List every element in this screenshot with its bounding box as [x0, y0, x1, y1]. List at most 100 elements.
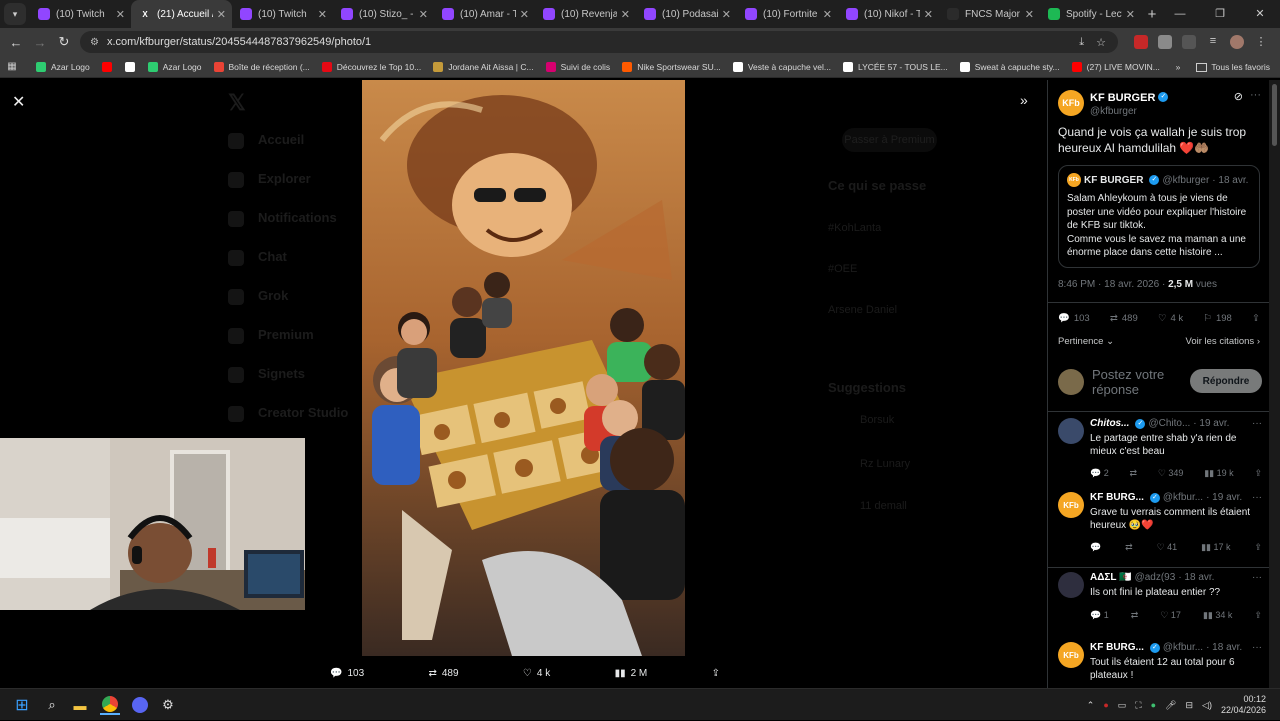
close-tab-icon[interactable]: ✕ [1025, 8, 1034, 21]
avatar[interactable]: KFb [1058, 89, 1084, 116]
forward-button[interactable]: → [28, 35, 52, 50]
heart-icon[interactable]: ♡ 17 [1160, 610, 1181, 621]
bookmark-item[interactable]: Nike Sportswear SU... [622, 61, 721, 72]
browser-menu-icon[interactable]: ⋮ [1254, 35, 1268, 49]
site-info-icon[interactable]: ⚙ [90, 37, 99, 48]
bookmark-item[interactable]: (27) LIVE MOVIN... [1071, 61, 1160, 72]
reply-input[interactable]: Postez votre réponse [1092, 367, 1192, 397]
more-options-icon[interactable]: ··· [1250, 89, 1261, 101]
reply-author[interactable]: KF BURG... [1090, 492, 1144, 503]
clock[interactable]: 00:12 22/04/2026 [1221, 694, 1266, 716]
avatar[interactable] [1058, 418, 1084, 444]
collapse-panel-icon[interactable]: » [1020, 92, 1028, 108]
repost-icon[interactable]: ⇄ [1131, 610, 1139, 621]
share-icon[interactable]: ⇪ [1254, 542, 1262, 553]
heart-icon[interactable]: ♡ 41 [1157, 542, 1178, 553]
views-action[interactable]: ▮▮ 2 M [615, 668, 648, 679]
reply-stat[interactable]: 💬 103 [1058, 313, 1090, 324]
views-chart-icon[interactable]: ▮▮ 34 k [1203, 610, 1232, 621]
like-action[interactable]: ♡ 4 k [523, 668, 550, 679]
reply-icon[interactable]: 💬 [1090, 542, 1101, 553]
bookmark-item[interactable]: Azar Logo [36, 61, 90, 72]
close-tab-icon[interactable]: ✕ [217, 8, 226, 21]
bookmark-item[interactable]: Sweat à capuche sty... [959, 61, 1060, 72]
reply-author[interactable]: KF BURG... [1090, 642, 1144, 653]
reply-author[interactable]: Chitos... [1090, 418, 1129, 429]
close-tab-icon[interactable]: ✕ [1126, 8, 1135, 21]
repost-action[interactable]: ⇄ 489 [428, 668, 458, 679]
browser-tab[interactable]: (10) Fortnite - ✕ [737, 0, 838, 28]
avatar[interactable]: KFb [1058, 642, 1084, 668]
share-icon[interactable]: ⇪ [1254, 610, 1262, 621]
close-tab-icon[interactable]: ✕ [823, 8, 832, 21]
extension-icon[interactable] [1134, 35, 1148, 49]
close-tab-icon[interactable]: ✕ [924, 8, 933, 21]
reply-post[interactable]: ΑΔΣL 🇩🇿 @adz(93 · 18 avr. ··· Ils ont fini l… [1058, 572, 1262, 642]
reply-post[interactable]: KFb KF BURG... ✓ @kfbur... · 18 avr. ··· Tout … [1058, 642, 1262, 688]
view-quotes-link[interactable]: Voir les citations › [1186, 336, 1260, 347]
more-options-icon[interactable]: ··· [1252, 642, 1262, 653]
sort-dropdown[interactable]: Pertinence ⌄ [1058, 336, 1114, 347]
tweet-author[interactable]: KFb KF BURGER ✓ @kfburger [1058, 88, 1169, 117]
views-chart-icon[interactable]: ▮▮ 19 k [1204, 468, 1233, 479]
url-field[interactable]: ⚙ x.com/kfburger/status/2045544487837962… [80, 31, 1118, 53]
panel-scrollbar[interactable] [1269, 80, 1280, 688]
all-bookmarks-folder[interactable]: Tous les favoris [1196, 62, 1270, 72]
minimize-button[interactable]: — [1160, 0, 1200, 28]
share-icon[interactable]: ⇪ [1254, 468, 1262, 479]
grok-icon[interactable]: ⊘ [1234, 90, 1243, 103]
bookmark-star-icon[interactable]: ☆ [1096, 36, 1106, 49]
reply-icon[interactable]: 💬 1 [1090, 610, 1109, 621]
author-name[interactable]: KF BURGER [1090, 92, 1155, 104]
windows-start-icon[interactable]: ⊞ [12, 695, 32, 715]
browser-tab[interactable]: (10) Nikof - Tw ✕ [838, 0, 939, 28]
tray-app-icon[interactable]: ● [1151, 700, 1156, 710]
avatar[interactable]: KFb [1058, 492, 1084, 518]
views-chart-icon[interactable]: ▮▮ 17 k [1201, 542, 1230, 553]
browser-tab[interactable]: (10) Amar - Tw ✕ [434, 0, 535, 28]
bookmark-item[interactable]: Azar Logo [147, 61, 202, 72]
media-control-icon[interactable]: ≡ [1206, 35, 1220, 49]
author-handle[interactable]: @kfburger [1090, 106, 1168, 117]
bookmark-item[interactable]: Découvrez le Top 10... [321, 61, 421, 72]
browser-tab[interactable]: FNCS Major 1 a ✕ [939, 0, 1040, 28]
browser-tab[interactable]: (10) Twitch ✕ [232, 0, 333, 28]
browser-tab[interactable]: Spotify - Lecte ✕ [1040, 0, 1141, 28]
browser-tab[interactable]: (10) Revenja - ✕ [535, 0, 636, 28]
maximize-button[interactable]: ❐ [1200, 0, 1240, 28]
bookmark-item[interactable] [101, 61, 117, 72]
scrollbar-thumb[interactable] [1272, 84, 1277, 146]
bookmark-item[interactable]: Boîte de réception (... [213, 61, 310, 72]
file-explorer-icon[interactable]: ▬ [70, 695, 90, 715]
share-action[interactable]: ⇪ [712, 668, 720, 679]
extension-icon[interactable] [1158, 35, 1172, 49]
browser-tab[interactable]: (10) Podasai - ✕ [636, 0, 737, 28]
tab-search-button[interactable]: ▾ [4, 3, 26, 25]
browser-tab[interactable]: (10) Twitch ✕ [30, 0, 131, 28]
repost-icon[interactable]: ⇄ [1125, 542, 1133, 553]
more-options-icon[interactable]: ··· [1252, 418, 1262, 429]
reply-post[interactable]: Chitos... ✓ @Chito... · 19 avr. ··· Le partag… [1058, 418, 1262, 488]
reply-author[interactable]: ΑΔΣL 🇩🇿 [1090, 572, 1132, 583]
bookmark-item[interactable] [124, 61, 140, 72]
tray-app-icon[interactable]: ● [1103, 700, 1108, 710]
bookmark-item[interactable]: Suivi de colis [545, 61, 610, 72]
tweet-photo[interactable] [362, 80, 685, 656]
reply-icon[interactable]: 💬 2 [1090, 468, 1109, 479]
tray-expand-icon[interactable]: ⌃ [1087, 700, 1095, 711]
volume-icon[interactable]: ◁) [1202, 700, 1212, 711]
avatar[interactable] [1058, 572, 1084, 598]
browser-tab[interactable]: (10) Stizo_ - Tw ✕ [333, 0, 434, 28]
share-stat[interactable]: ⇪ [1252, 313, 1260, 324]
more-bookmarks-icon[interactable]: » [1176, 62, 1181, 72]
browser-tab[interactable]: X (21) Accueil / X ✕ [131, 0, 232, 28]
reply-submit-button[interactable]: Répondre [1190, 369, 1262, 393]
like-stat[interactable]: ♡ 4 k [1158, 313, 1183, 324]
more-options-icon[interactable]: ··· [1252, 572, 1262, 583]
reply-post[interactable]: KFb KF BURG... ✓ @kfbur... · 19 avr. ··· Grave… [1058, 492, 1262, 562]
reply-action[interactable]: 💬 103 [330, 668, 364, 679]
extensions-puzzle-icon[interactable] [1182, 35, 1196, 49]
profile-avatar[interactable] [1230, 35, 1244, 49]
quoted-tweet[interactable]: KFb KF BURGER ✓ @kfburger · 18 avr. Sala… [1058, 165, 1260, 268]
more-options-icon[interactable]: ··· [1252, 492, 1262, 503]
